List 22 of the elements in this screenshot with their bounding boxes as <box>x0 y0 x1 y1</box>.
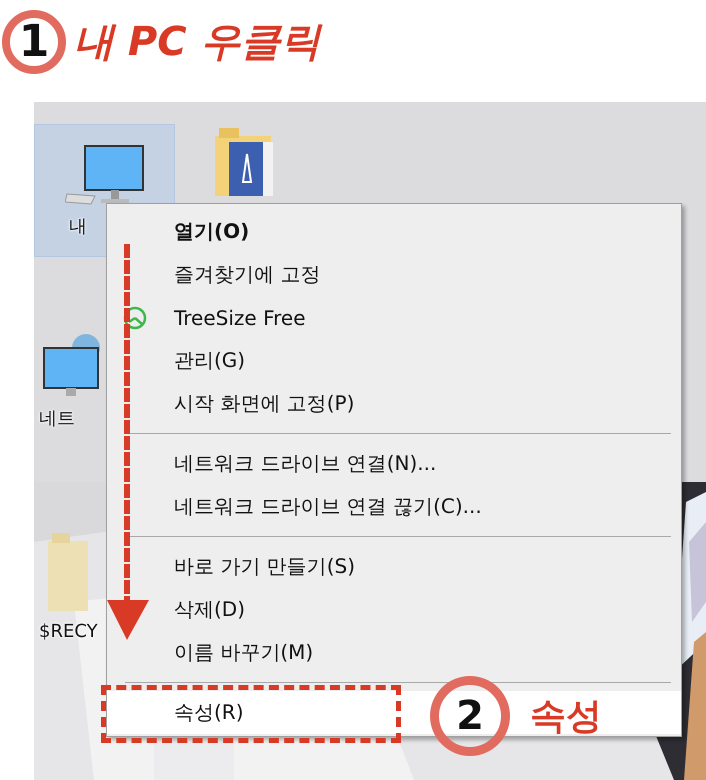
step-number: 1 <box>2 10 66 74</box>
heading-title: 내 PC 우클릭 <box>74 18 321 67</box>
menu-item[interactable]: 바로 가기 만들기(S) <box>174 553 356 580</box>
icon-label: 내 <box>68 214 87 238</box>
menu-item[interactable]: 시작 화면에 고정(P) <box>174 390 354 417</box>
menu-item[interactable]: 네트워크 드라이브 연결 끊기(C)... <box>174 493 482 520</box>
icon-label: 네트 <box>38 407 75 430</box>
menu-item[interactable]: 즐겨찾기에 고정 <box>174 261 320 288</box>
menu-item[interactable]: 삭제(D) <box>174 596 246 623</box>
folder-icon <box>215 128 275 198</box>
menu-item[interactable]: TreeSize Free <box>123 306 306 330</box>
icon-label: $RECY <box>38 620 98 642</box>
callout-label: 속성 <box>530 694 602 738</box>
desktop-icon[interactable]: $RECY <box>34 522 104 652</box>
menu-item[interactable]: 속성(R) <box>174 699 244 726</box>
desktop-icon[interactable]: 네트 <box>34 322 106 442</box>
folder-icon <box>48 532 90 612</box>
menu-item[interactable]: 관리(G) <box>174 347 246 374</box>
menu-item[interactable]: 네트워크 드라이브 연결(N)... <box>174 450 436 477</box>
menu-item[interactable]: 열기(O) <box>174 218 250 245</box>
menu-item[interactable]: 이름 바꾸기(M) <box>174 639 314 666</box>
step-number: 2 <box>430 676 510 756</box>
